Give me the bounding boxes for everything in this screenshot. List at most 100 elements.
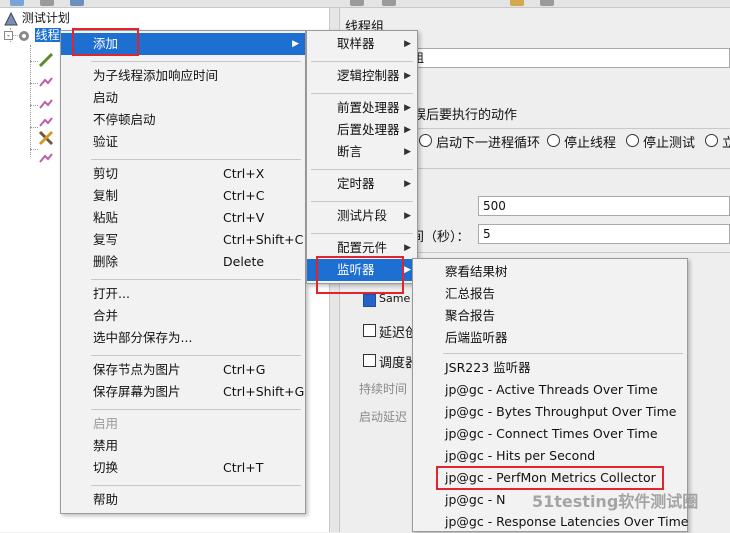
tree-item-test-plan[interactable]: 测试计划 <box>4 10 70 26</box>
delay-creation-checkbox[interactable] <box>363 324 376 337</box>
menu-item-merge[interactable]: 合并 <box>61 305 305 327</box>
menu-item-add-response-time[interactable]: 为子线程添加响应时间 <box>61 65 305 87</box>
menu-item-open[interactable]: 打开... <box>61 283 305 305</box>
submenu-arrow-icon: ▶ <box>404 125 411 135</box>
menu-item-help[interactable]: 帮助 <box>61 489 305 511</box>
radio-stop-test[interactable] <box>626 134 639 147</box>
context-menu: 添加 ▶ 为子线程添加响应时间 启动 不停顿启动 验证 剪切 Ctrl+X 复制 C… <box>60 30 306 514</box>
radio-next-loop[interactable] <box>419 134 432 147</box>
listener-item-response-latencies[interactable]: jp@gc - Response Latencies Over Time <box>413 511 688 533</box>
tree-guide-line <box>30 105 38 106</box>
menu-item-duplicate[interactable]: 复写 Ctrl+Shift+C <box>61 229 305 251</box>
tree-item-thread-group[interactable]: - 线程 <box>4 27 61 43</box>
menu-item-label: 前置处理器 <box>337 100 400 115</box>
menu-item-shortcut: Ctrl+X <box>223 166 265 181</box>
radio-stop-now[interactable] <box>705 134 718 147</box>
listener-item-bytes-throughput[interactable]: jp@gc - Bytes Throughput Over Time <box>413 401 687 423</box>
menu-item-label: 删除 <box>93 254 119 269</box>
menu-item-label: 剪切 <box>93 166 119 181</box>
menu-item-copy[interactable]: 复制 Ctrl+C <box>61 185 305 207</box>
menu-item-label: 切换 <box>93 460 119 475</box>
tree-guide-line <box>30 149 38 150</box>
menu-item-cut[interactable]: 剪切 Ctrl+X <box>61 163 305 185</box>
menu-item-label: 后端监听器 <box>445 330 508 345</box>
menu-item-label: jp@gc - Connect Times Over Time <box>445 426 658 441</box>
sampler-icon <box>38 74 54 93</box>
toolbar-icon[interactable] <box>540 0 554 6</box>
menu-separator <box>91 485 301 486</box>
menu-item-paste[interactable]: 粘贴 Ctrl+V <box>61 207 305 229</box>
tree-guide-line <box>30 127 38 128</box>
menu-item-start-no-pause[interactable]: 不停顿启动 <box>61 109 305 131</box>
submenu-arrow-icon: ▶ <box>404 265 411 275</box>
menu-item-save-node-image[interactable]: 保存节点为图片 Ctrl+G <box>61 359 305 381</box>
menu-item-label: 断言 <box>337 144 363 159</box>
toolbar-icon[interactable] <box>510 0 524 6</box>
menu-item-shortcut: Ctrl+T <box>223 460 264 475</box>
menu-item-shortcut: Ctrl+Shift+G <box>223 384 305 399</box>
menu-item-save-selection[interactable]: 选中部分保存为... <box>61 327 305 349</box>
toolbar-icon[interactable] <box>350 0 364 6</box>
toolbar-icon[interactable] <box>10 0 24 6</box>
menu-item-delete[interactable]: 删除 Delete <box>61 251 305 273</box>
tree-guide-line <box>30 83 38 84</box>
menu-item-save-screen-image[interactable]: 保存屏幕为图片 Ctrl+Shift+G <box>61 381 305 403</box>
toolbar-icon[interactable] <box>382 0 396 6</box>
menu-item-toggle[interactable]: 切换 Ctrl+T <box>61 457 305 479</box>
gear-icon <box>17 29 31 43</box>
menu-separator <box>311 233 413 234</box>
listener-item-connect-times[interactable]: jp@gc - Connect Times Over Time <box>413 423 687 445</box>
radio-stop-now-label: 立 <box>722 136 730 151</box>
menu-item-start[interactable]: 启动 <box>61 87 305 109</box>
menu-item-label: jp@gc - Active Threads Over Time <box>445 382 658 397</box>
menu-item-pre-processor[interactable]: 前置处理器 ▶ <box>307 97 417 119</box>
listener-item-active-threads[interactable]: jp@gc - Active Threads Over Time <box>413 379 687 401</box>
menu-item-label: 验证 <box>93 134 119 149</box>
toolbar-icon[interactable] <box>40 0 54 6</box>
listener-item-hits-per-second[interactable]: jp@gc - Hits per Second <box>413 445 687 467</box>
submenu-arrow-icon: ▶ <box>292 39 299 49</box>
same-user-checkbox[interactable] <box>363 294 376 307</box>
listener-item-results-tree[interactable]: 察看结果树 <box>413 261 687 283</box>
menu-item-disable[interactable]: 禁用 <box>61 435 305 457</box>
listener-item-aggregate-report[interactable]: 聚合报告 <box>413 305 687 327</box>
menu-separator <box>311 93 413 94</box>
submenu-arrow-icon: ▶ <box>404 39 411 49</box>
submenu-arrow-icon: ▶ <box>404 71 411 81</box>
pencil-icon <box>38 52 54 71</box>
listener-item-backend-listener[interactable]: 后端监听器 <box>413 327 687 349</box>
menu-item-logic-controller[interactable]: 逻辑控制器 ▶ <box>307 65 417 87</box>
menu-item-assertion[interactable]: 断言 ▶ <box>307 141 417 163</box>
menu-separator <box>443 353 683 354</box>
menu-separator <box>91 279 301 280</box>
menu-item-shortcut: Ctrl+V <box>223 210 265 225</box>
tree-guide-line <box>30 61 38 62</box>
tree-item-label: 测试计划 <box>21 11 70 25</box>
toolbar-icon[interactable] <box>70 0 84 6</box>
collapse-toggle-icon[interactable]: - <box>4 31 13 40</box>
watermark: 51testing软件测试圈 <box>532 492 699 511</box>
thread-count-input[interactable]: 500 <box>478 196 730 216</box>
menu-item-timer[interactable]: 定时器 ▶ <box>307 173 417 195</box>
menu-item-shortcut: Ctrl+C <box>223 188 265 203</box>
submenu-arrow-icon: ▶ <box>404 211 411 221</box>
annotation-box <box>436 466 664 490</box>
menu-separator <box>91 159 301 160</box>
scheduler-checkbox[interactable] <box>363 354 376 367</box>
listener-item-jsr223[interactable]: JSR223 监听器 <box>413 357 687 379</box>
menu-item-label: JSR223 监听器 <box>445 360 531 375</box>
startup-delay-label: 启动延迟 <box>359 410 408 424</box>
menu-item-label: 保存节点为图片 <box>93 362 181 377</box>
error-action-label: 误后要执行的动作 <box>413 108 518 123</box>
radio-stop-thread[interactable] <box>547 134 560 147</box>
rampup-label: 间（秒）： <box>411 230 470 245</box>
annotation-box <box>72 28 139 56</box>
menu-item-label: 定时器 <box>337 176 375 191</box>
menu-item-sampler[interactable]: 取样器 ▶ <box>307 33 417 55</box>
listener-item-summary-report[interactable]: 汇总报告 <box>413 283 687 305</box>
rampup-input[interactable]: 5 <box>478 224 730 244</box>
menu-item-post-processor[interactable]: 后置处理器 ▶ <box>307 119 417 141</box>
menu-item-test-fragment[interactable]: 测试片段 ▶ <box>307 205 417 227</box>
menu-item-validate[interactable]: 验证 <box>61 131 305 153</box>
add-submenu: 取样器 ▶ 逻辑控制器 ▶ 前置处理器 ▶ 后置处理器 ▶ 断言 ▶ 定时器 ▶ 测试片段 ▶… <box>306 30 418 284</box>
